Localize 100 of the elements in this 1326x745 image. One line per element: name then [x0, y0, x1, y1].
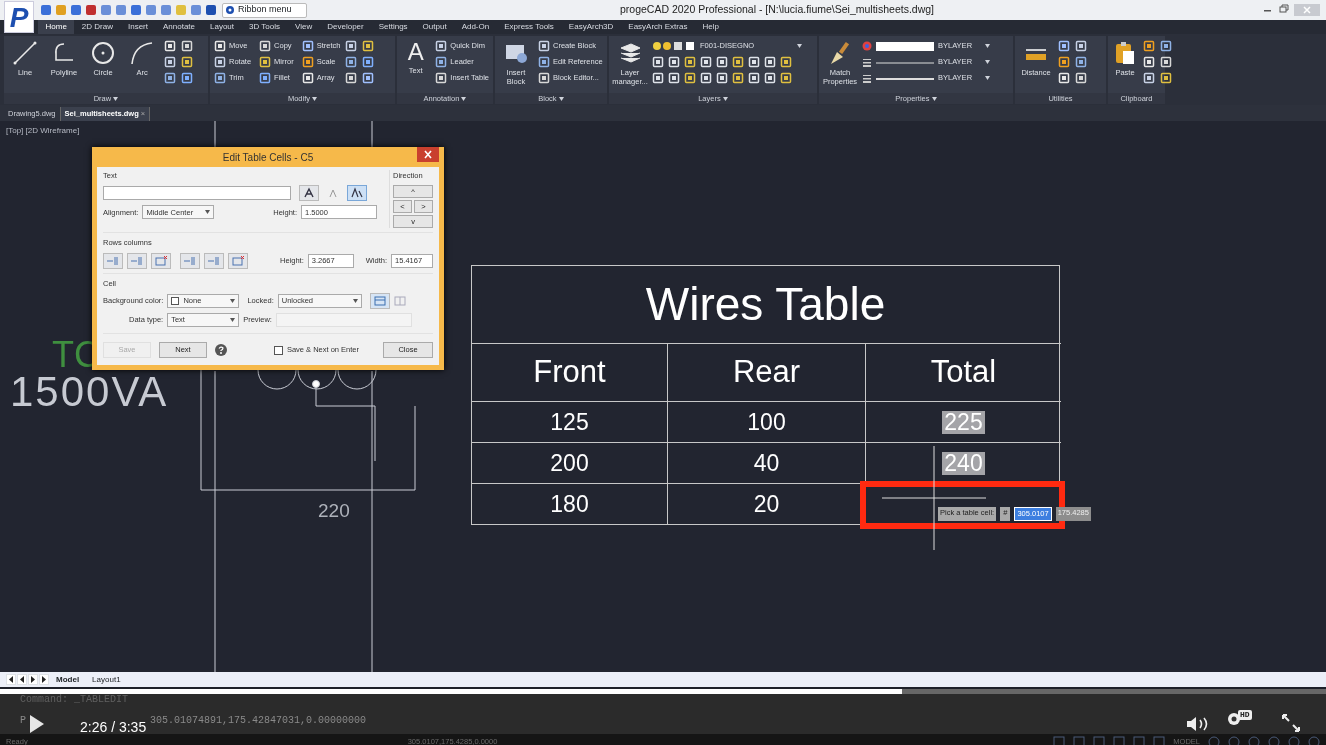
layer-tool-button[interactable]: [700, 56, 712, 68]
ribbon-icon-button[interactable]: [1075, 72, 1087, 84]
video-progress-bar[interactable]: [0, 689, 1326, 694]
ribbon-icon-button[interactable]: [362, 72, 375, 84]
toolbar-icon[interactable]: [70, 4, 82, 16]
field-button[interactable]: [299, 185, 319, 202]
status-toggle-button[interactable]: [1113, 736, 1126, 745]
ribbon-tab[interactable]: Home: [38, 20, 75, 34]
layer-tool-button[interactable]: [668, 56, 680, 68]
ribbon-icon-button[interactable]: [1075, 56, 1087, 68]
status-toggle-button[interactable]: [1093, 736, 1106, 745]
table-cell[interactable]: 100: [747, 404, 786, 440]
tab-scroll-button[interactable]: [39, 674, 49, 685]
ribbon-icon-button[interactable]: [1143, 40, 1155, 52]
status-toggle-button[interactable]: [1228, 736, 1240, 745]
ribbon-menu-dropdown[interactable]: Ribbon menu: [222, 2, 307, 18]
ribbon-icon-button[interactable]: [1160, 40, 1172, 52]
ribbon-tab[interactable]: 2D Draw: [74, 20, 121, 34]
ribbon-tab[interactable]: Layout: [202, 20, 242, 34]
ribbon-tab[interactable]: EasyArch Extras: [620, 20, 695, 34]
ribbon-tab[interactable]: Output: [415, 20, 455, 34]
layer-tool-button[interactable]: [732, 56, 744, 68]
ribbon-tab[interactable]: Add-On: [454, 20, 497, 34]
ribbon-icon-button[interactable]: [181, 40, 193, 52]
layer-tool-button[interactable]: [668, 72, 680, 84]
fullscreen-button[interactable]: [1282, 714, 1300, 732]
toolbar-icon[interactable]: [115, 4, 127, 16]
ribbon-icon-button[interactable]: [362, 56, 375, 68]
ribbon-icon-button[interactable]: [1143, 72, 1155, 84]
toolbar-icon[interactable]: [145, 4, 157, 16]
ribbon-tab[interactable]: Help: [694, 20, 727, 34]
toolbar-icon[interactable]: [160, 4, 172, 16]
table-cell[interactable]: 125: [550, 404, 589, 440]
ribbon-tab[interactable]: Annotate: [155, 20, 203, 34]
ribbon-tab[interactable]: Express Tools: [496, 20, 562, 34]
status-toggle-button[interactable]: [1133, 736, 1146, 745]
table-cell[interactable]: 200: [550, 445, 589, 481]
ribbon-icon-button[interactable]: [1075, 40, 1087, 52]
ribbon-tab[interactable]: Developer: [319, 20, 372, 34]
ribbon-icon-button[interactable]: [1160, 72, 1172, 84]
ribbon-icon-button[interactable]: [1160, 56, 1172, 68]
status-toggle-button[interactable]: [1288, 736, 1300, 745]
status-toggle-button[interactable]: [1248, 736, 1260, 745]
play-button[interactable]: [30, 715, 44, 733]
restore-button[interactable]: [1278, 4, 1290, 16]
ribbon-tab[interactable]: View: [287, 20, 320, 34]
layer-tool-button[interactable]: [732, 72, 744, 84]
tab-scroll-button[interactable]: [6, 674, 16, 685]
toolbar-icon[interactable]: [190, 4, 202, 16]
ribbon-icon-button[interactable]: [345, 40, 358, 52]
tab-scroll-button[interactable]: [17, 674, 27, 685]
status-toggle-button[interactable]: [1073, 736, 1086, 745]
ribbon-icon-button[interactable]: [181, 56, 193, 68]
layer-tool-button[interactable]: [716, 56, 728, 68]
tab-scroll-button[interactable]: [28, 674, 38, 685]
sheet-tab[interactable]: Layout1: [86, 673, 127, 686]
text-field[interactable]: [103, 186, 291, 201]
close-button[interactable]: [417, 147, 439, 162]
layer-tool-button[interactable]: [700, 72, 712, 84]
settings-button[interactable]: HD: [1226, 710, 1252, 726]
toolbar-icon[interactable]: [100, 4, 112, 16]
table-edit-button[interactable]: [151, 252, 171, 269]
layer-tool-button[interactable]: [764, 72, 776, 84]
cell-border-button[interactable]: [369, 292, 390, 309]
ribbon-icon-button[interactable]: [1058, 56, 1070, 68]
ribbon-tab[interactable]: 3D Tools: [241, 20, 288, 34]
status-toggle-button[interactable]: [1268, 736, 1280, 745]
toolbar-icon[interactable]: [130, 4, 142, 16]
ribbon-tab[interactable]: Settings: [371, 20, 416, 34]
table-cell[interactable]: 40: [753, 445, 780, 481]
layer-tool-button[interactable]: [748, 56, 760, 68]
status-toggle-button[interactable]: [1053, 736, 1066, 745]
layer-tool-button[interactable]: [684, 72, 696, 84]
table-cell[interactable]: 20: [753, 486, 780, 522]
layer-tool-button[interactable]: [780, 56, 792, 68]
sheet-tab[interactable]: Model: [50, 673, 86, 686]
toolbar-icon[interactable]: [85, 4, 97, 16]
layer-tool-button[interactable]: [652, 72, 664, 84]
ribbon-icon-button[interactable]: [164, 72, 176, 84]
field-button[interactable]: [347, 185, 367, 202]
ribbon-icon-button[interactable]: [181, 72, 193, 84]
ribbon-tab[interactable]: EasyArch3D: [561, 20, 621, 34]
ribbon-icon-button[interactable]: [362, 40, 375, 52]
layer-tool-button[interactable]: [780, 72, 792, 84]
status-toggle-button[interactable]: [1208, 736, 1220, 745]
toolbar-icon[interactable]: [205, 4, 217, 16]
ribbon-icon-button[interactable]: [345, 72, 358, 84]
table-cell[interactable]: 180: [550, 486, 589, 522]
ribbon-icon-button[interactable]: [345, 56, 358, 68]
layer-tool-button[interactable]: [764, 56, 776, 68]
status-toggle-button[interactable]: [1153, 736, 1166, 745]
layer-tool-button[interactable]: [652, 56, 664, 68]
ribbon-icon-button[interactable]: [164, 56, 176, 68]
ribbon-tab[interactable]: Insert: [120, 20, 156, 34]
status-toggle-button[interactable]: [1308, 736, 1320, 745]
layer-tool-button[interactable]: [684, 56, 696, 68]
toolbar-icon[interactable]: [40, 4, 52, 16]
layer-tool-button[interactable]: [716, 72, 728, 84]
layer-tool-button[interactable]: [748, 72, 760, 84]
ribbon-icon-button[interactable]: [1058, 40, 1070, 52]
